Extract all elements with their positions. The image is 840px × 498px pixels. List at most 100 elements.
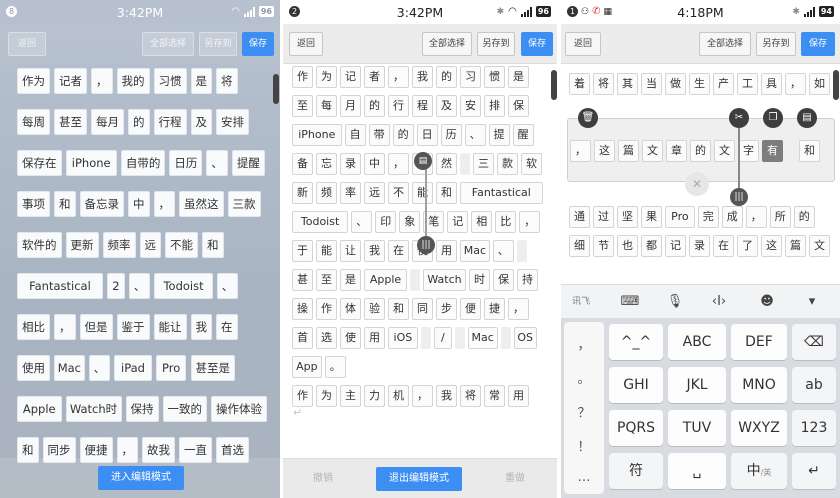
save-button[interactable]: 保存	[521, 32, 553, 56]
word-chip[interactable]: 将	[216, 68, 238, 94]
save-button[interactable]: 保存	[242, 32, 274, 56]
word-chip[interactable]: 历	[440, 124, 462, 146]
cursor-handle-icon[interactable]: |||	[417, 236, 435, 254]
word-chip[interactable]: 保持	[125, 396, 159, 422]
word-chip[interactable]: 时	[469, 269, 490, 291]
word-chip[interactable]: 每月	[91, 109, 124, 135]
word-chip[interactable]: 频率	[102, 232, 136, 258]
key-abc[interactable]: ABC	[668, 324, 726, 360]
word-chip[interactable]: 作	[292, 385, 313, 407]
back-button[interactable]: 返回	[289, 32, 323, 56]
word-chip[interactable]: 虽然这	[179, 191, 224, 217]
word-chip[interactable]: 验	[364, 298, 385, 320]
key-ghi[interactable]: GHI	[609, 367, 663, 403]
word-chip[interactable]: 工	[737, 73, 758, 95]
word-chip[interactable]: 便	[460, 298, 481, 320]
word-chip[interactable]: 提	[488, 124, 510, 146]
word-chip[interactable]: 其	[617, 73, 638, 95]
word-chip[interactable]: 录	[689, 235, 710, 257]
word-chip[interactable]: 具	[761, 73, 782, 95]
selection-handle-icon[interactable]: |||	[730, 188, 748, 206]
word-chip[interactable]: 机	[388, 385, 409, 407]
word-chip[interactable]: 及	[436, 95, 457, 117]
word-chip[interactable]: 作为	[17, 68, 50, 94]
word-chip[interactable]: ，	[570, 140, 591, 162]
word-chip[interactable]: 在	[713, 235, 734, 257]
word-chip[interactable]: 将	[593, 73, 614, 95]
word-chip[interactable]: 是	[508, 66, 529, 88]
word-chip[interactable]: 一致的	[162, 396, 207, 422]
space-icon[interactable]: ␣	[668, 453, 726, 489]
word-chip[interactable]: 不能	[165, 232, 198, 258]
word-chip[interactable]: 、	[492, 240, 514, 262]
word-chip[interactable]: 和	[388, 298, 409, 320]
word-chip[interactable]: 果	[641, 206, 662, 228]
scrollbar[interactable]	[273, 74, 279, 104]
word-chip[interactable]: ，	[412, 385, 433, 407]
word-chip[interactable]: 能	[412, 182, 433, 204]
word-chip[interactable]: 有	[762, 140, 783, 162]
word-chip[interactable]: ，	[508, 298, 529, 320]
word-chip[interactable]: 、	[206, 150, 228, 176]
key-lowercase[interactable]: ab	[792, 367, 836, 403]
word-chip[interactable]: 文	[642, 140, 663, 162]
word-chip[interactable]: 程	[412, 95, 433, 117]
word-chip[interactable]: 的	[436, 66, 457, 88]
word-chip[interactable]: 相比	[17, 314, 50, 340]
word-chip[interactable]: 操	[292, 298, 313, 320]
save-as-button[interactable]: 另存到	[756, 32, 796, 56]
keyboard-icon[interactable]: ⌨	[619, 292, 641, 312]
word-chip[interactable]: ，	[388, 153, 409, 175]
word-chip[interactable]: 也	[617, 235, 638, 257]
emoji-icon[interactable]: ☻	[756, 292, 778, 312]
word-chip[interactable]: 为	[316, 385, 337, 407]
cut-icon[interactable]: ✂	[729, 108, 749, 128]
word-chip[interactable]: 如	[809, 73, 830, 95]
word-chip[interactable]: 了	[737, 235, 758, 257]
word-chip[interactable]: 篇	[785, 235, 806, 257]
word-chip[interactable]: 这	[594, 140, 615, 162]
word-chip[interactable]: 在	[216, 314, 238, 340]
key-wxyz[interactable]: WXYZ	[731, 410, 787, 446]
word-chip[interactable]: Mac	[54, 355, 85, 381]
word-chip[interactable]: 、	[216, 273, 239, 299]
word-chip[interactable]: 我的	[116, 68, 150, 94]
word-chip[interactable]: 字	[738, 140, 759, 162]
word-chip[interactable]: 力	[364, 385, 385, 407]
key-numbers[interactable]: 123	[792, 410, 836, 446]
word-chip[interactable]: 我	[364, 240, 385, 262]
word-chip[interactable]: 体	[340, 298, 361, 320]
word-chip[interactable]: 篇	[618, 140, 639, 162]
word-chip[interactable]: 和	[54, 191, 76, 217]
back-button[interactable]: 返回	[8, 32, 46, 56]
word-chip[interactable]: 是	[190, 68, 212, 94]
word-chip[interactable]: 自	[344, 124, 366, 146]
enter-edit-mode-button[interactable]: 进入编辑模式	[98, 466, 184, 490]
word-chip[interactable]: Pro	[155, 355, 187, 381]
word-chip[interactable]: 和	[799, 140, 820, 162]
word-chip[interactable]: 记者	[54, 68, 87, 94]
word-chip[interactable]: 作	[316, 298, 337, 320]
word-chip[interactable]: 的	[364, 95, 385, 117]
word-chip[interactable]: 更新	[65, 232, 99, 258]
word-chip[interactable]: 提醒	[231, 150, 265, 176]
word-chip[interactable]: 不	[388, 182, 409, 204]
word-chip[interactable]: Apple	[17, 396, 62, 422]
word-chip[interactable]: 用	[508, 385, 529, 407]
word-chip[interactable]: 远	[139, 232, 161, 258]
key-tuv[interactable]: TUV	[668, 410, 726, 446]
word-chip[interactable]: 、	[128, 273, 151, 299]
word-chip[interactable]: 完	[697, 206, 719, 228]
word-chip[interactable]: 和	[202, 232, 224, 258]
word-chip[interactable]: 的	[392, 124, 414, 146]
word-chip[interactable]: OS	[513, 327, 537, 349]
word-chip[interactable]: 我	[190, 314, 212, 340]
select-all-button[interactable]: 全部选择	[422, 32, 472, 56]
word-chip[interactable]: 款	[497, 153, 518, 175]
save-as-button[interactable]: 另存到	[477, 32, 515, 56]
word-chip[interactable]: 及	[190, 109, 212, 135]
copy-icon[interactable]: ❐	[763, 108, 783, 128]
word-chip[interactable]: iPad	[114, 355, 152, 381]
word-chip[interactable]: ，	[388, 66, 409, 88]
word-chip[interactable]: 首	[292, 327, 313, 349]
